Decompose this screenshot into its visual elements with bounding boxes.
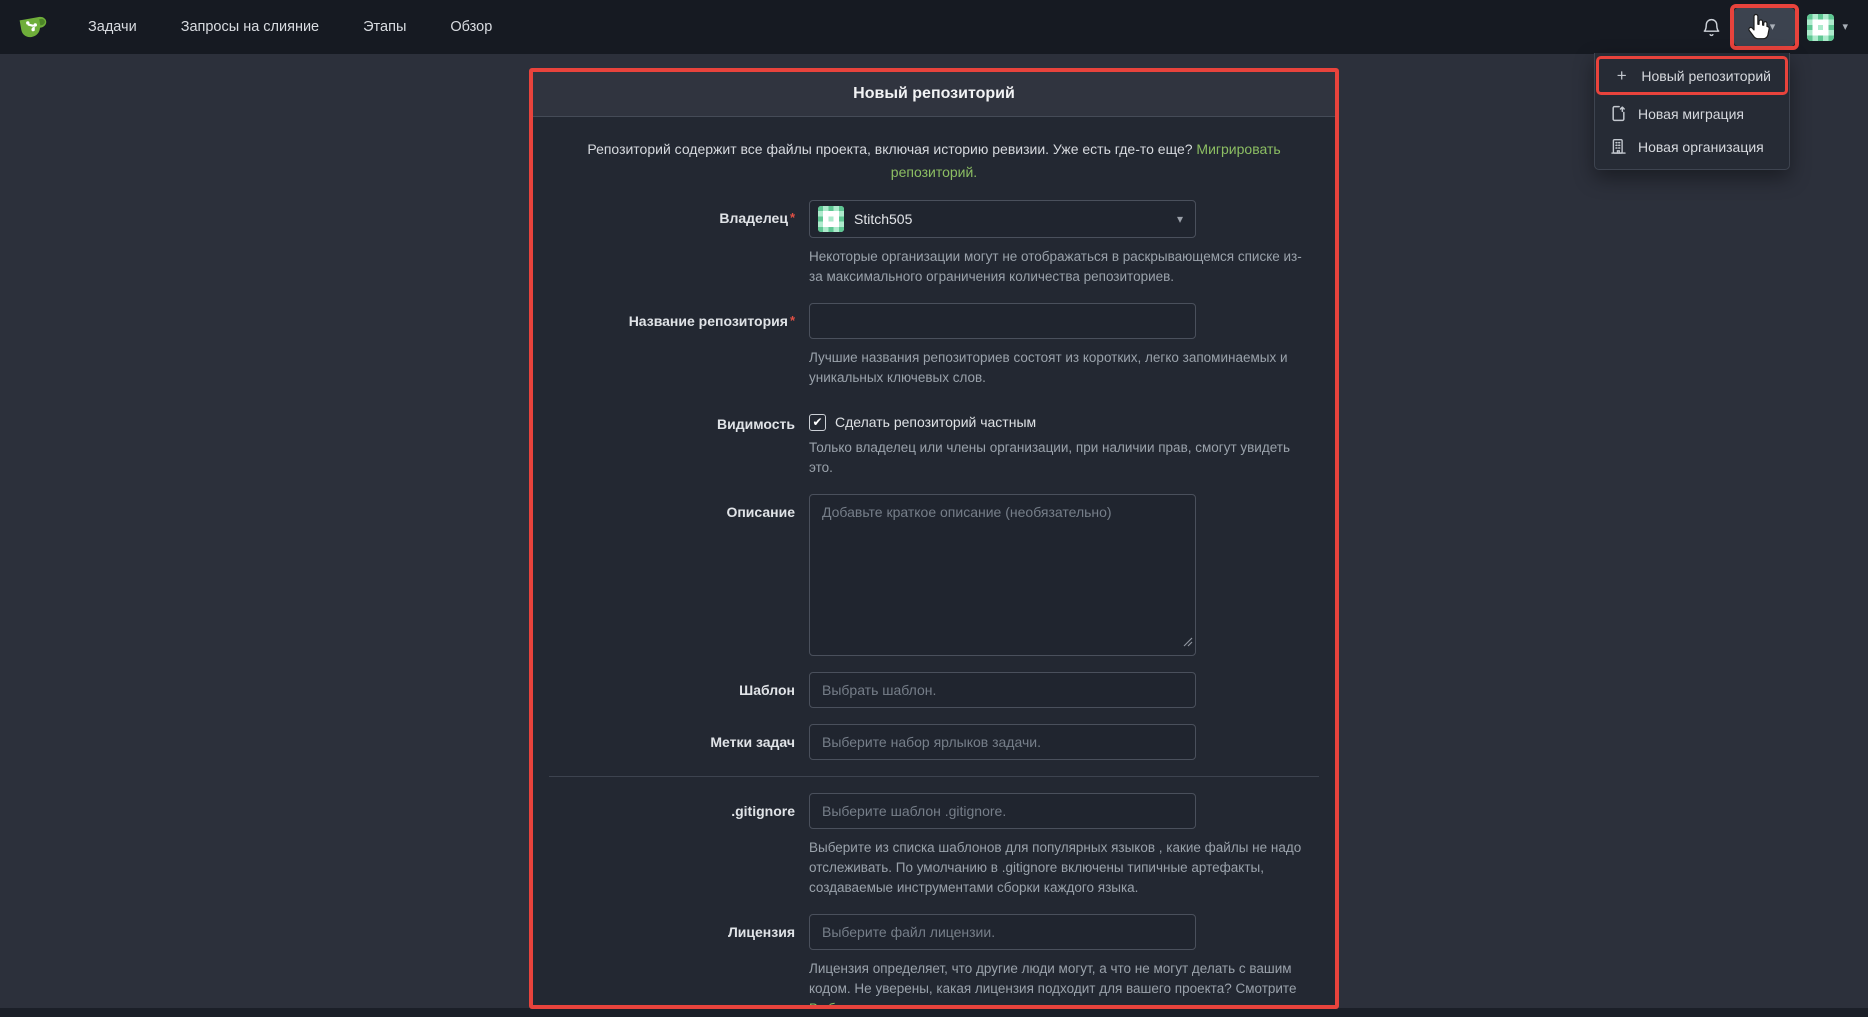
owner-control: Stitch505 ▾ Некоторые организации могут … — [809, 200, 1314, 287]
visibility-control: ✔ Сделать репозиторий частным Только вла… — [809, 412, 1314, 478]
visibility-label: Видимость — [549, 412, 809, 478]
owner-help: Некоторые организации могут не отображат… — [809, 247, 1314, 287]
owner-avatar — [818, 206, 844, 232]
menu-item-label: Новый репозиторий — [1641, 68, 1771, 84]
required-asterisk: * — [790, 210, 795, 225]
owner-label: Владелец* — [549, 200, 809, 287]
gitea-logo-icon[interactable] — [18, 11, 50, 43]
nav-link-pull-requests[interactable]: Запросы на слияние — [181, 19, 319, 35]
nav-link-milestones[interactable]: Этапы — [363, 19, 406, 35]
plus-icon: + — [1755, 18, 1766, 37]
owner-value: Stitch505 — [854, 211, 912, 227]
plus-icon: + — [1613, 66, 1630, 86]
template-row: Шаблон — [549, 672, 1319, 708]
owner-select[interactable]: Stitch505 ▾ — [809, 200, 1196, 238]
license-help: Лицензия определяет, что другие люди мог… — [809, 959, 1314, 1005]
annotation-box-plus-button: + ▾ — [1730, 4, 1799, 50]
user-avatar[interactable] — [1807, 14, 1834, 41]
repo-name-help: Лучшие названия репозиториев состоят из … — [809, 348, 1314, 388]
annotation-box-new-repository-item: + Новый репозиторий — [1596, 56, 1788, 95]
gitignore-label: .gitignore — [549, 793, 809, 898]
visibility-row: Видимость ✔ Сделать репозиторий частным … — [549, 412, 1319, 478]
notifications-bell-icon[interactable] — [1701, 16, 1722, 39]
description-label: Описание — [549, 494, 809, 656]
menu-item-label: Новая организация — [1638, 139, 1764, 155]
form-header: Новый репозиторий — [533, 72, 1335, 117]
gitignore-row: .gitignore Выберите из списка шаблонов д… — [549, 793, 1319, 898]
section-divider — [549, 776, 1319, 777]
repo-name-input[interactable] — [809, 303, 1196, 339]
create-new-button[interactable]: + ▾ — [1734, 8, 1795, 46]
description-row: Описание — [549, 494, 1319, 656]
issue-labels-row: Метки задач — [549, 724, 1319, 760]
gitignore-input[interactable] — [809, 793, 1196, 829]
create-new-dropdown-menu: + Новый репозиторий Новая миграция — [1594, 53, 1790, 170]
annotation-box-form: Новый репозиторий Репозиторий содержит в… — [529, 68, 1339, 1009]
chevron-down-icon: ▾ — [1770, 22, 1776, 33]
private-checkbox-label[interactable]: Сделать репозиторий частным — [835, 414, 1036, 430]
new-repository-form: Новый репозиторий Репозиторий содержит в… — [533, 72, 1335, 1005]
page: Задачи Запросы на слияние Этапы Обзор + … — [0, 0, 1868, 1017]
visibility-help: Только владелец или члены организации, п… — [809, 438, 1314, 478]
menu-item-label: Новая миграция — [1638, 106, 1744, 122]
issue-labels-input[interactable] — [809, 724, 1196, 760]
description-textarea[interactable] — [809, 494, 1196, 656]
nav-links: Задачи Запросы на слияние Этапы Обзор — [88, 19, 492, 35]
issue-labels-control — [809, 724, 1314, 760]
license-control: Лицензия определяет, что другие люди мог… — [809, 914, 1314, 1005]
repo-name-label-text: Название репозитория — [629, 313, 788, 329]
menu-item-new-migration[interactable]: Новая миграция — [1595, 97, 1789, 130]
nav-link-issues[interactable]: Задачи — [88, 19, 137, 35]
check-icon: ✔ — [812, 415, 822, 429]
license-help-text: Лицензия определяет, что другие люди мог… — [809, 961, 1296, 996]
form-body: Репозиторий содержит все файлы проекта, … — [533, 117, 1335, 1005]
description-control — [809, 494, 1314, 656]
navbar: Задачи Запросы на слияние Этапы Обзор + … — [0, 0, 1868, 54]
chevron-down-icon: ▾ — [1177, 212, 1183, 226]
menu-item-new-repository[interactable]: + Новый репозиторий — [1599, 59, 1785, 92]
navbar-right: + ▾ ▾ — [1701, 0, 1848, 54]
repo-name-row: Название репозитория* Лучшие названия ре… — [549, 303, 1319, 388]
repo-name-label: Название репозитория* — [549, 303, 809, 388]
license-input[interactable] — [809, 914, 1196, 950]
nav-link-explore[interactable]: Обзор — [450, 19, 492, 35]
avatar-chevron-down-icon[interactable]: ▾ — [1842, 22, 1848, 33]
template-control — [809, 672, 1314, 708]
license-label: Лицензия — [549, 914, 809, 1005]
owner-row: Владелец* — [549, 200, 1319, 287]
private-checkbox[interactable]: ✔ — [809, 414, 826, 431]
repo-name-control: Лучшие названия репозиториев состоят из … — [809, 303, 1314, 388]
gitignore-help: Выберите из списка шаблонов для популярн… — [809, 838, 1314, 898]
choose-license-link[interactable]: Выберите лицензию. — [809, 1001, 941, 1005]
template-input[interactable] — [809, 672, 1196, 708]
owner-label-text: Владелец — [719, 210, 788, 226]
license-row: Лицензия Лицензия определяет, что другие… — [549, 914, 1319, 1005]
intro-text: Репозиторий содержит все файлы проекта, … — [587, 141, 1192, 157]
issue-labels-label: Метки задач — [549, 724, 809, 760]
migration-icon — [1609, 105, 1627, 122]
gitignore-control: Выберите из списка шаблонов для популярн… — [809, 793, 1314, 898]
required-asterisk: * — [790, 313, 795, 328]
organization-icon — [1609, 138, 1627, 155]
menu-item-new-organization[interactable]: Новая организация — [1595, 130, 1789, 163]
form-title: Новый репозиторий — [853, 85, 1015, 103]
bottom-strip — [0, 1008, 1868, 1017]
form-intro: Репозиторий содержит все файлы проекта, … — [584, 138, 1284, 184]
template-label: Шаблон — [549, 672, 809, 708]
